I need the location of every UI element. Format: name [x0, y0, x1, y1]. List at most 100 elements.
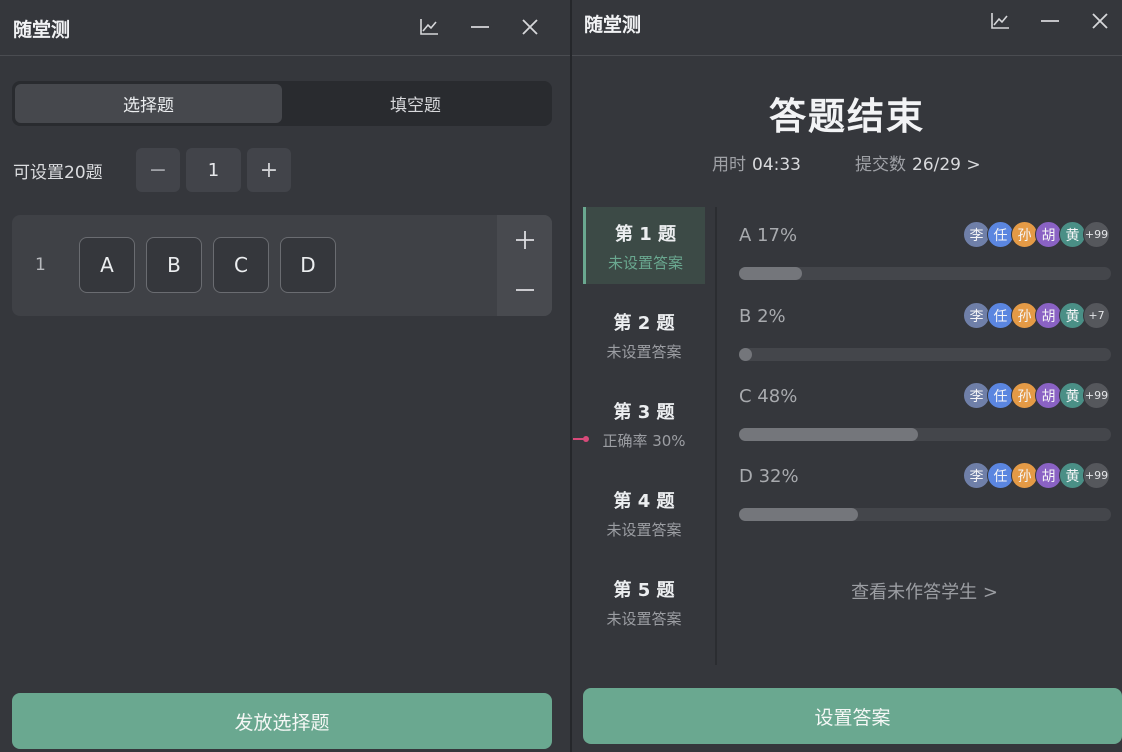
question-title: 第 1 题 — [614, 224, 677, 245]
option-stat-d[interactable]: D 32% 李任孙胡黄 +99 — [738, 462, 1111, 526]
question-status: 正确率 30% — [602, 432, 686, 450]
respondent-avatars[interactable]: 李任孙胡黄 +7 — [963, 302, 1110, 329]
left-window: 随堂测 选择题 填空题 可设置20题 − 1 + 1 A B C D 发放选择题 — [0, 0, 570, 752]
view-unanswered-link[interactable]: 查看未作答学生 > — [738, 578, 1111, 604]
elapsed-time-value: 04:33 — [752, 155, 801, 175]
avatar: 任 — [987, 382, 1014, 409]
question-list: 第 1 题 未设置答案 第 2 题 未设置答案 第 3 题 正确率 30% 第 … — [583, 207, 717, 665]
question-title: 第 3 题 — [613, 402, 675, 423]
more-respondents-badge[interactable]: +99 — [1083, 462, 1110, 489]
question-item-1[interactable]: 第 1 题 未设置答案 — [583, 207, 705, 284]
respondent-avatars[interactable]: 李任孙胡黄 +99 — [963, 462, 1110, 489]
publish-choice-button[interactable]: 发放选择题 — [12, 693, 552, 749]
decrement-button[interactable]: − — [136, 148, 180, 192]
question-type-tabs: 选择题 填空题 — [12, 81, 552, 126]
avatar: 胡 — [1035, 462, 1062, 489]
submission-count-label: 提交数 — [855, 155, 906, 175]
percent-bar-fill — [739, 348, 752, 361]
avatar: 孙 — [1011, 302, 1038, 329]
avatar: 黄 — [1059, 302, 1086, 329]
chart-icon[interactable] — [987, 8, 1013, 34]
question-status: 未设置答案 — [606, 521, 682, 539]
question-card: 1 A B C D — [12, 215, 552, 316]
titlebar: 随堂测 — [572, 0, 1122, 56]
question-item-4[interactable]: 第 4 题 未设置答案 — [583, 474, 705, 551]
option-stat-label: C 48% — [739, 386, 798, 407]
option-count-controls — [497, 215, 552, 316]
avatar: 胡 — [1035, 302, 1062, 329]
avatar: 孙 — [1011, 382, 1038, 409]
option-stat-b[interactable]: B 2% 李任孙胡黄 +7 — [738, 302, 1111, 366]
percent-bar — [739, 428, 1111, 441]
percent-bar — [739, 508, 1111, 521]
avatar: 孙 — [1011, 221, 1038, 248]
increment-button[interactable]: + — [247, 148, 291, 192]
avatar: 任 — [987, 221, 1014, 248]
percent-bar — [739, 348, 1111, 361]
option-stat-label: D 32% — [739, 466, 799, 487]
count-label: 可设置20题 — [13, 162, 103, 183]
tab-choice[interactable]: 选择题 — [15, 84, 282, 123]
option-c-button[interactable]: C — [213, 237, 269, 293]
set-answer-button[interactable]: 设置答案 — [583, 688, 1122, 744]
titlebar: 随堂测 — [0, 0, 570, 56]
respondent-avatars[interactable]: 李任孙胡黄 +99 — [963, 382, 1110, 409]
option-stat-label: A 17% — [739, 225, 798, 246]
question-title: 第 4 题 — [613, 491, 675, 512]
close-icon[interactable] — [1087, 8, 1113, 34]
option-a-button[interactable]: A — [79, 237, 135, 293]
avatar: 黄 — [1059, 382, 1086, 409]
submission-count-link[interactable]: 提交数 26/29 > — [855, 150, 981, 175]
avatar: 李 — [963, 302, 990, 329]
more-respondents-badge[interactable]: +99 — [1083, 221, 1110, 248]
submission-count-value: 26/29 > — [912, 155, 981, 175]
question-item-2[interactable]: 第 2 题 未设置答案 — [583, 296, 705, 373]
percent-bar-fill — [739, 267, 803, 280]
avatar: 任 — [987, 462, 1014, 489]
more-respondents-badge[interactable]: +7 — [1083, 302, 1110, 329]
elapsed-time: 用时 04:33 — [712, 150, 801, 175]
question-count-value[interactable]: 1 — [186, 148, 241, 192]
question-item-5[interactable]: 第 5 题 未设置答案 — [583, 563, 705, 640]
avatar: 胡 — [1035, 221, 1062, 248]
avatar: 李 — [963, 382, 990, 409]
percent-bar — [739, 267, 1111, 280]
question-title: 第 2 题 — [613, 313, 675, 334]
quiz-ended-title: 答题结束 — [769, 95, 925, 138]
avatar: 黄 — [1059, 221, 1086, 248]
percent-bar-fill — [739, 428, 918, 441]
avatar: 孙 — [1011, 462, 1038, 489]
add-option-icon[interactable] — [497, 215, 552, 265]
question-status: 未设置答案 — [607, 254, 683, 272]
question-status: 未设置答案 — [606, 610, 682, 628]
pointer-marker — [573, 436, 589, 442]
option-stat-label: B 2% — [739, 306, 786, 327]
option-d-button[interactable]: D — [280, 237, 336, 293]
tab-fill-blank[interactable]: 填空题 — [282, 84, 549, 123]
question-title: 第 5 题 — [613, 580, 675, 601]
option-stat-c[interactable]: C 48% 李任孙胡黄 +99 — [738, 382, 1111, 446]
question-number: 1 — [35, 255, 46, 275]
avatar: 李 — [963, 221, 990, 248]
more-respondents-badge[interactable]: +99 — [1083, 382, 1110, 409]
minimize-icon[interactable] — [467, 14, 493, 40]
question-count-row: 可设置20题 − 1 + — [13, 148, 291, 192]
avatar: 黄 — [1059, 462, 1086, 489]
avatar: 任 — [987, 302, 1014, 329]
avatar: 胡 — [1035, 382, 1062, 409]
respondent-avatars[interactable]: 李任孙胡黄 +99 — [963, 221, 1110, 248]
remove-option-icon[interactable] — [497, 265, 552, 315]
option-stat-a[interactable]: A 17% 李任孙胡黄 +99 — [738, 221, 1111, 285]
option-b-button[interactable]: B — [146, 237, 202, 293]
minimize-icon[interactable] — [1037, 8, 1063, 34]
percent-bar-fill — [739, 508, 859, 521]
elapsed-time-label: 用时 — [712, 155, 746, 175]
question-status: 未设置答案 — [606, 343, 682, 361]
avatar: 李 — [963, 462, 990, 489]
right-window: 随堂测 答题结束 用时 04:33 提交数 26/29 > 第 1 题 未设置答案 … — [572, 0, 1122, 752]
window-title: 随堂测 — [13, 19, 71, 41]
close-icon[interactable] — [517, 14, 543, 40]
chart-icon[interactable] — [416, 14, 442, 40]
window-title: 随堂测 — [584, 14, 642, 36]
question-item-3[interactable]: 第 3 题 正确率 30% — [583, 385, 705, 462]
